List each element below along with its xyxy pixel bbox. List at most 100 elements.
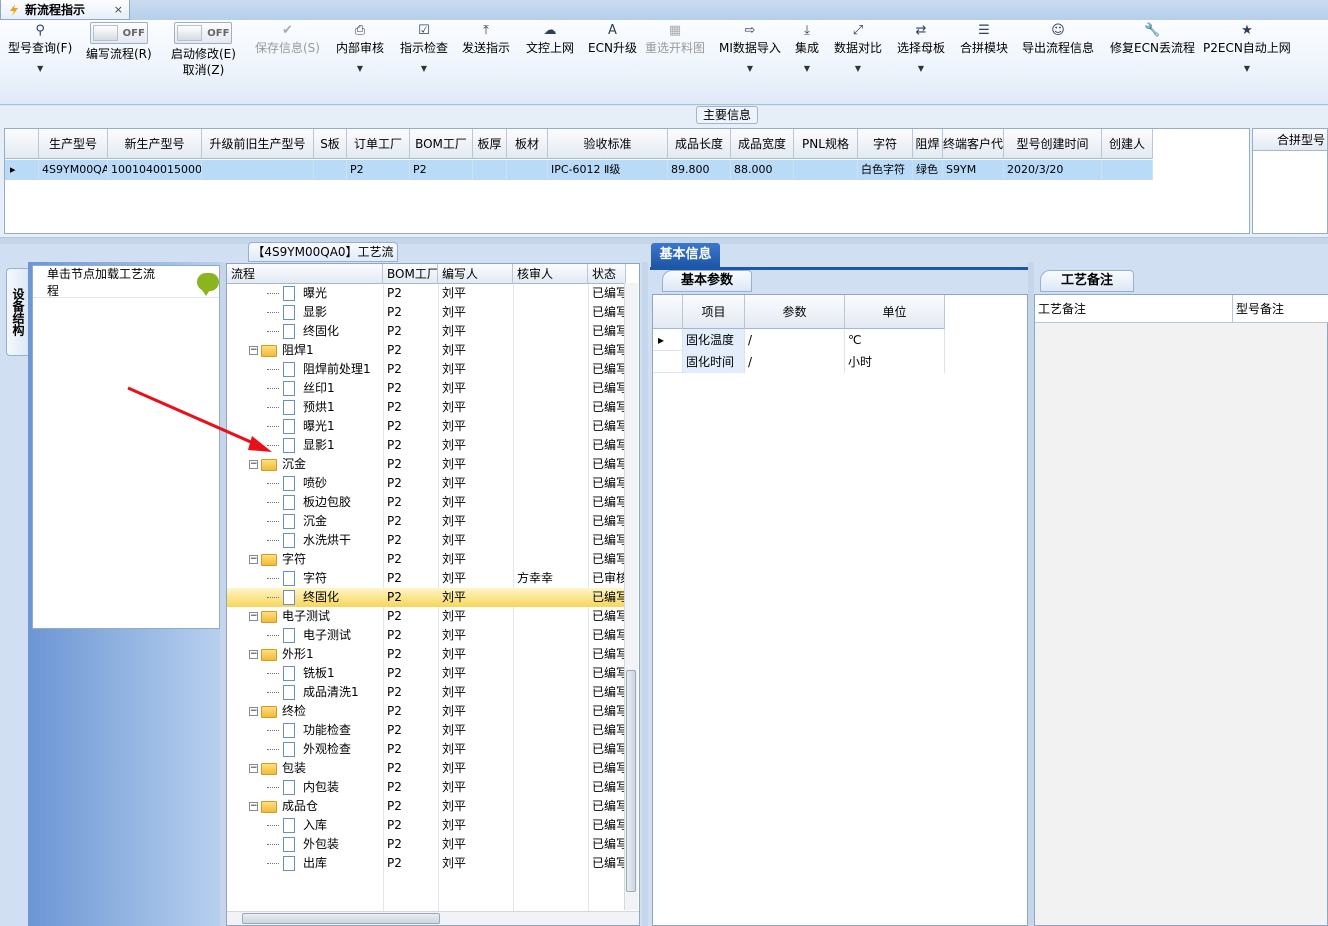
select-master-button[interactable]: ⇄ 选择母板 ▼ [897,22,945,73]
flow-row[interactable]: 沉金 P2 刘平 已编写 [227,512,627,531]
column-header[interactable]: 成品长度 [668,129,731,159]
splitter[interactable] [642,262,648,926]
main-info-row[interactable]: ▸ 4S9YM00QA010010400150005 P2P2 IPC-6012 Ⅱ… [5,160,1153,180]
column-header[interactable]: 生产型号 [39,129,108,159]
cell[interactable] [507,160,548,180]
column-header[interactable]: 核审人 [513,264,588,284]
column-header[interactable]: 状态 [588,264,626,284]
column-header[interactable]: S板 [314,129,347,159]
flow-row[interactable]: 丝印1 P2 刘平 已编写 [227,379,627,398]
column-header[interactable]: PNL规格 [794,129,858,159]
notes-grid[interactable]: 工艺备注 型号备注 [1034,294,1328,926]
flow-row[interactable]: 水洗烘干 P2 刘平 已编写 [227,531,627,550]
toggle-switch[interactable]: OFF [174,22,233,44]
start-modify-toggle[interactable]: OFF 启动修改(E) 取消(Z) [171,22,236,78]
chevron-down-icon[interactable]: ▼ [804,64,810,73]
cell[interactable]: P2 [347,160,410,180]
flow-row[interactable]: 出库 P2 刘平 已编写 [227,854,627,873]
mi-import-button[interactable]: ⇨ MI数据导入 ▼ [719,22,781,73]
flow-tree[interactable]: 流程 BOM工厂 编写人 核审人 状态 曝光 P2 刘平 已编写 显影 P2 刘平 已编写 终固化 P2 刘… [226,263,640,926]
reselect-material-button[interactable]: ▦ 重选开料图 [645,22,705,56]
column-header[interactable]: 终端客户代码 [943,129,1004,159]
check-instruction-button[interactable]: ☑ 指示检查 ▼ [400,22,448,73]
column-header[interactable]: 新生产型号 [108,129,202,159]
row-header-corner[interactable] [5,129,39,159]
flow-row[interactable]: 内包装 P2 刘平 已编写 [227,778,627,797]
scroll-thumb[interactable] [242,913,440,924]
chevron-down-icon[interactable]: ▼ [855,64,861,73]
cell[interactable]: 88.000 [731,160,794,180]
cell[interactable]: P2 [410,160,473,180]
flow-row[interactable]: 入库 P2 刘平 已编写 [227,816,627,835]
p2ecn-upload-button[interactable]: ★ P2ECN自动上网 ▼ [1203,22,1291,73]
param-unit-cell[interactable]: 小时 [845,351,945,373]
flow-row[interactable]: − 包装 P2 刘平 已编写 [227,759,627,778]
cell[interactable]: 10010400150005 [108,160,202,180]
column-header[interactable]: 流程 [227,264,383,284]
column-header[interactable]: 订单工厂 [347,129,410,159]
chevron-down-icon[interactable]: ▼ [1244,64,1250,73]
tab-basic-info[interactable]: 基本信息 [651,243,720,267]
param-row[interactable]: ▸ 固化温度 / ℃ [653,329,945,351]
cell[interactable]: IPC-6012 Ⅱ级 [548,160,668,180]
collapse-icon[interactable]: − [249,346,258,355]
column-header[interactable]: 板厚 [473,129,507,159]
close-icon[interactable]: × [114,3,123,16]
column-header[interactable]: 项目 [683,295,745,329]
cell[interactable] [314,160,347,180]
flow-row[interactable]: 外包装 P2 刘平 已编写 [227,835,627,854]
send-instruction-button[interactable]: ⤒ 发送指示 [462,22,510,56]
flow-row[interactable]: − 电子测试 P2 刘平 已编写 [227,607,627,626]
cancel-label[interactable]: 取消(Z) [183,62,225,78]
column-header[interactable]: BOM工厂 [410,129,473,159]
chevron-down-icon[interactable]: ▼ [37,64,43,73]
scroll-thumb[interactable] [626,670,636,892]
flow-row[interactable]: − 字符 P2 刘平 已编写 [227,550,627,569]
cell[interactable] [794,160,858,180]
cell[interactable] [473,160,507,180]
flow-row[interactable]: − 沉金 P2 刘平 已编写 [227,455,627,474]
write-flow-toggle[interactable]: OFF 编写流程(R) [86,22,152,62]
column-header[interactable]: 阻焊 [913,129,943,159]
tab-basic-params[interactable]: 基本参数 [662,270,752,292]
collapse-icon[interactable]: − [249,707,258,716]
flow-row[interactable]: − 阻焊1 P2 刘平 已编写 [227,341,627,360]
cell[interactable]: 89.800 [668,160,731,180]
param-grid[interactable]: 项目 参数 单位 ▸ 固化温度 / ℃ 固化时间 / 小时 [652,294,1028,926]
flow-row[interactable]: 喷砂 P2 刘平 已编写 [227,474,627,493]
cell[interactable]: 绿色 [913,160,943,180]
column-header[interactable]: 板材 [507,129,548,159]
collapse-icon[interactable]: − [249,764,258,773]
cell[interactable]: 4S9YM00QA0 [39,160,108,180]
flow-row[interactable]: 预烘1 P2 刘平 已编写 [227,398,627,417]
cell[interactable] [1102,160,1153,180]
column-header[interactable]: 参数 [745,295,845,329]
flow-row[interactable]: 终固化 P2 刘平 已编写 [227,322,627,341]
flow-row[interactable]: 成品清洗1 P2 刘平 已编写 [227,683,627,702]
toggle-switch[interactable]: OFF [89,22,148,44]
collapse-icon[interactable]: − [249,555,258,564]
column-header[interactable]: 验收标准 [548,129,668,159]
flow-row[interactable]: − 终检 P2 刘平 已编写 [227,702,627,721]
cell[interactable]: S9YM [943,160,1004,180]
chevron-down-icon[interactable]: ▼ [421,64,427,73]
column-header[interactable]: 型号创建时间 [1004,129,1102,159]
column-header[interactable]: 编写人 [438,264,513,284]
param-item-cell[interactable]: 固化温度 [683,329,745,351]
chevron-down-icon[interactable]: ▼ [918,64,924,73]
flow-row[interactable]: 曝光 P2 刘平 已编写 [227,284,627,303]
repair-ecn-button[interactable]: 🔧 修复ECN丢流程 [1110,22,1195,56]
cell[interactable] [202,160,314,180]
flow-row[interactable]: 电子测试 P2 刘平 已编写 [227,626,627,645]
param-value-cell[interactable]: / [745,329,845,351]
flow-row[interactable]: 显影1 P2 刘平 已编写 [227,436,627,455]
integrate-button[interactable]: ⤓ 集成 ▼ [795,22,819,73]
side-tab-device-structure[interactable]: 设备结构 [6,268,28,356]
flow-row[interactable]: 阻焊前处理1 P2 刘平 已编写 [227,360,627,379]
doc-upload-button[interactable]: ☁ 文控上网 [526,22,574,56]
cell[interactable]: 白色字符 [858,160,913,180]
flow-row[interactable]: 外观检查 P2 刘平 已编写 [227,740,627,759]
cell[interactable]: 2020/3/20 [1004,160,1102,180]
internal-review-button[interactable]: ⎙ 内部审核 ▼ [336,22,384,73]
tab-process-notes[interactable]: 工艺备注 [1040,270,1134,292]
